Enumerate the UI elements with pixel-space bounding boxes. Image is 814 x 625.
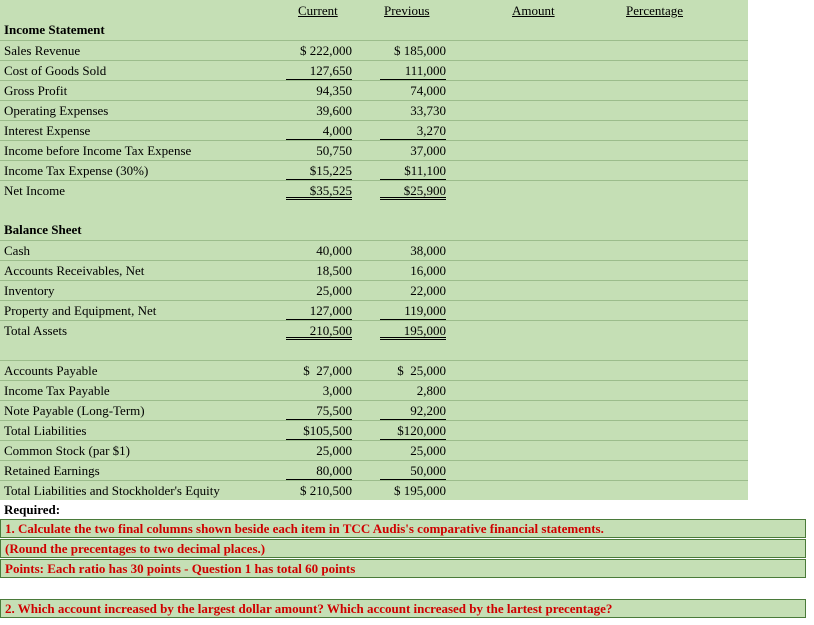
spreadsheet-area: Current Previous Amount Percentage Incom… bbox=[0, 0, 748, 500]
previous-value: $ 195,000 bbox=[394, 483, 446, 498]
current-value: $35,525 bbox=[286, 182, 352, 200]
row-label: Income Tax Payable bbox=[4, 383, 110, 398]
row-label: Operating Expenses bbox=[4, 103, 109, 118]
previous-value: 50,000 bbox=[380, 462, 446, 480]
current-value: 39,600 bbox=[316, 103, 352, 118]
current-value: 25,000 bbox=[316, 443, 352, 458]
previous-value: 74,000 bbox=[410, 83, 446, 98]
table-row: Retained Earnings 80,000 50,000 bbox=[0, 460, 748, 481]
row-label: Income Tax Expense (30%) bbox=[4, 163, 149, 178]
row-label: Interest Expense bbox=[4, 123, 91, 138]
previous-value: 25,000 bbox=[410, 443, 446, 458]
row-label: Accounts Receivables, Net bbox=[4, 263, 145, 278]
row-label: Property and Equipment, Net bbox=[4, 303, 157, 318]
table-row: Gross Profit 94,350 74,000 bbox=[0, 80, 748, 101]
previous-value: 33,730 bbox=[410, 103, 446, 118]
row-label: Accounts Payable bbox=[4, 363, 98, 378]
table-row: Income Tax Payable 3,000 2,800 bbox=[0, 380, 748, 401]
row-label: Income before Income Tax Expense bbox=[4, 143, 192, 158]
current-value: 18,500 bbox=[316, 263, 352, 278]
previous-value: 3,270 bbox=[380, 122, 446, 140]
current-value: $105,500 bbox=[286, 422, 352, 440]
previous-value: 37,000 bbox=[410, 143, 446, 158]
header-percentage: Percentage bbox=[626, 3, 684, 18]
current-value: 210,500 bbox=[286, 322, 352, 340]
row-label: Net Income bbox=[4, 183, 66, 198]
current-value: $ 210,500 bbox=[300, 483, 352, 498]
table-row: Accounts Payable $ 27,000 $ 25,000 bbox=[0, 360, 748, 381]
row-label: Note Payable (Long-Term) bbox=[4, 403, 145, 418]
row-label: Cash bbox=[4, 243, 30, 258]
table-row: Common Stock (par $1) 25,000 25,000 bbox=[0, 440, 748, 461]
table-row: Inventory 25,000 22,000 bbox=[0, 280, 748, 301]
table-row: Interest Expense 4,000 3,270 bbox=[0, 120, 748, 141]
row-label: Retained Earnings bbox=[4, 463, 100, 478]
balance-sheet-title-row: Balance Sheet bbox=[0, 220, 748, 240]
previous-value: $120,000 bbox=[380, 422, 446, 440]
previous-value: $ 185,000 bbox=[394, 43, 446, 58]
table-row: Property and Equipment, Net 127,000 119,… bbox=[0, 300, 748, 321]
table-row: Income Tax Expense (30%) $15,225 $11,100 bbox=[0, 160, 748, 181]
question-1: 1. Calculate the two final columns shown… bbox=[0, 519, 806, 538]
table-row: Note Payable (Long-Term) 75,500 92,200 bbox=[0, 400, 748, 421]
income-statement-title: Income Statement bbox=[4, 22, 105, 37]
table-row: Total Liabilities $105,500 $120,000 bbox=[0, 420, 748, 441]
row-label: Cost of Goods Sold bbox=[4, 63, 107, 78]
previous-value: 111,000 bbox=[380, 62, 446, 80]
table-row: Total Liabilities and Stockholder's Equi… bbox=[0, 480, 748, 501]
current-value: 127,000 bbox=[286, 302, 352, 320]
previous-value: $ 25,000 bbox=[397, 363, 446, 378]
current-value: 40,000 bbox=[316, 243, 352, 258]
question-2: 2. Which account increased by the larges… bbox=[0, 599, 806, 618]
previous-value: 195,000 bbox=[380, 322, 446, 340]
current-value: 75,500 bbox=[286, 402, 352, 420]
previous-value: $11,100 bbox=[380, 162, 446, 180]
current-value: 25,000 bbox=[316, 283, 352, 298]
previous-value: 38,000 bbox=[410, 243, 446, 258]
row-label: Sales Revenue bbox=[4, 43, 81, 58]
table-row: Cash 40,000 38,000 bbox=[0, 240, 748, 261]
previous-value: 22,000 bbox=[410, 283, 446, 298]
current-value: 4,000 bbox=[286, 122, 352, 140]
header-amount: Amount bbox=[512, 3, 555, 18]
current-value: 50,750 bbox=[316, 143, 352, 158]
header-current: Current bbox=[298, 3, 338, 18]
row-label: Common Stock (par $1) bbox=[4, 443, 131, 458]
row-label: Total Liabilities bbox=[4, 423, 87, 438]
table-row: Income before Income Tax Expense 50,750 … bbox=[0, 140, 748, 161]
current-value: 80,000 bbox=[286, 462, 352, 480]
balance-sheet-title: Balance Sheet bbox=[4, 222, 82, 237]
table-row: Net Income $35,525 $25,900 bbox=[0, 180, 748, 201]
table-row: Operating Expenses 39,600 33,730 bbox=[0, 100, 748, 121]
table-row: Sales Revenue $ 222,000 $ 185,000 bbox=[0, 40, 748, 61]
row-label: Inventory bbox=[4, 283, 55, 298]
current-value: 127,650 bbox=[286, 62, 352, 80]
current-value: $ 27,000 bbox=[303, 363, 352, 378]
question-1-note: (Round the precentages to two decimal pl… bbox=[0, 539, 806, 558]
previous-value: 2,800 bbox=[416, 383, 446, 398]
points-note: Points: Each ratio has 30 points - Quest… bbox=[0, 559, 806, 578]
row-label: Total Liabilities and Stockholder's Equi… bbox=[4, 483, 220, 498]
current-value: 94,350 bbox=[316, 83, 352, 98]
row-label: Total Assets bbox=[4, 323, 68, 338]
table-row: Total Assets 210,500 195,000 bbox=[0, 320, 748, 341]
header-previous: Previous bbox=[384, 3, 430, 18]
required-label: Required: bbox=[4, 502, 61, 517]
current-value: 3,000 bbox=[322, 383, 352, 398]
previous-value: 16,000 bbox=[410, 263, 446, 278]
current-value: $ 222,000 bbox=[300, 43, 352, 58]
current-value: $15,225 bbox=[286, 162, 352, 180]
previous-value: $25,900 bbox=[380, 182, 446, 200]
row-label: Gross Profit bbox=[4, 83, 68, 98]
previous-value: 119,000 bbox=[380, 302, 446, 320]
table-row: Cost of Goods Sold 127,650 111,000 bbox=[0, 60, 748, 81]
table-row: Accounts Receivables, Net 18,500 16,000 bbox=[0, 260, 748, 281]
previous-value: 92,200 bbox=[380, 402, 446, 420]
income-statement-title-row: Income Statement bbox=[0, 20, 748, 40]
